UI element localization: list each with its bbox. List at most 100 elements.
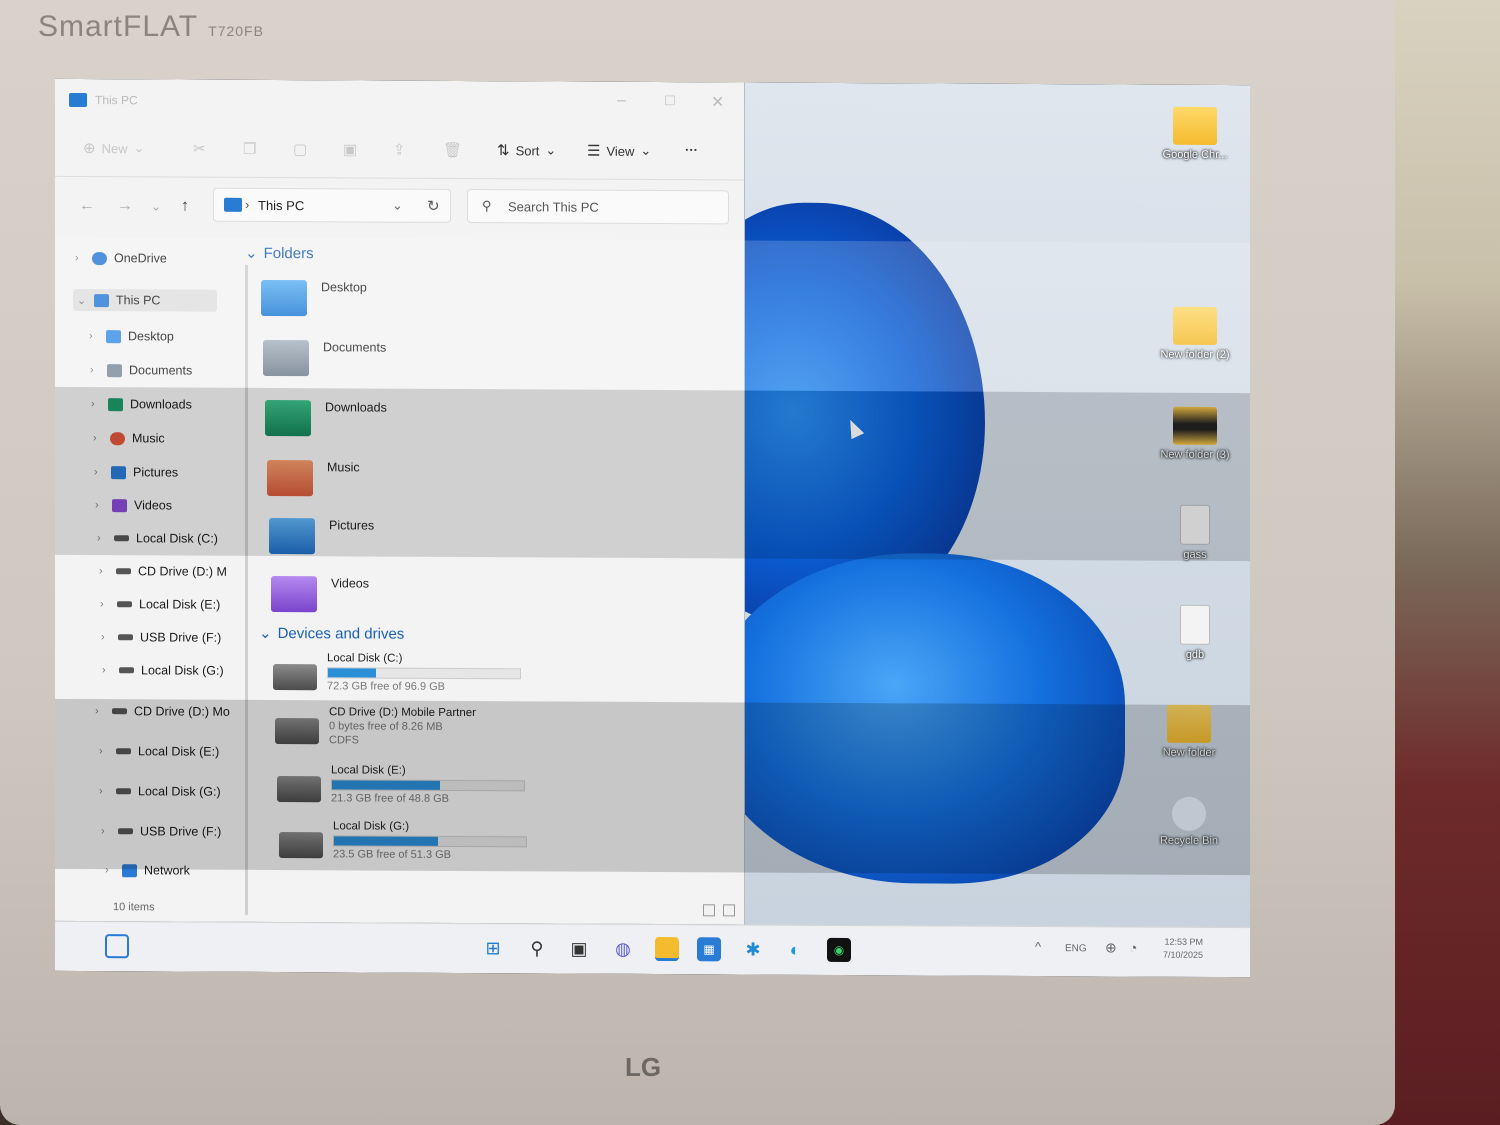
details-view-icon[interactable] [703, 904, 715, 917]
drive-usage-fill [332, 780, 440, 790]
chevron-right-icon: › [102, 664, 106, 677]
widgets-icon[interactable] [105, 934, 129, 959]
store-icon[interactable]: ▦ [697, 937, 721, 962]
nav-item-local-disk-e-2[interactable]: › Local Disk (E:) [99, 740, 219, 763]
folder-documents[interactable]: Documents [263, 339, 386, 377]
language-indicator[interactable]: ENG [1065, 943, 1087, 954]
close-button[interactable]: ✕ [711, 92, 724, 112]
recent-chevron-icon[interactable]: ⌄ [151, 199, 161, 213]
chat-icon[interactable]: ◍ [611, 937, 635, 961]
folder-desktop[interactable]: Desktop [261, 279, 367, 317]
maximize-button[interactable]: □ [665, 92, 675, 110]
music-folder-icon [267, 459, 313, 497]
start-icon[interactable]: ⊞ [481, 936, 505, 960]
folder-music[interactable]: Music [267, 459, 360, 497]
command-bar: ⊕ New ⌄ ✂ ❐ ▢ ▣ ⇪ 🗑 ⇅ Sort ⌄ ☰ View ⌄ ··· [55, 120, 744, 181]
drive-local-disk-g[interactable]: Local Disk (G:) 23.5 GB free of 51.3 GB [279, 820, 527, 861]
pc-icon [69, 92, 87, 108]
task-view-icon[interactable]: ▣ [567, 937, 591, 961]
trash-icon: 🗑 [443, 141, 463, 160]
volume-icon[interactable]: ◔ [1129, 939, 1137, 955]
xbox-icon[interactable]: ◉ [827, 937, 851, 963]
up-arrow-icon[interactable]: ↑ [181, 198, 189, 216]
chevron-right-icon: › [101, 825, 105, 838]
sort-icon: ⇅ [497, 142, 510, 160]
tiles-view-icon[interactable] [723, 904, 735, 917]
taskbar: ⊞ ⚲ ▣ ◍ ▦ ✱ ◐ ◉ ^ ENG ⊕ ◔ 12:53 PM 7/10/2… [55, 920, 1250, 978]
refresh-icon[interactable]: ↻ [427, 197, 440, 215]
nav-item-onedrive[interactable]: › OneDrive [75, 247, 167, 269]
downloads-folder-icon [265, 399, 311, 437]
tray-chevron-icon[interactable]: ^ [1035, 939, 1041, 954]
file-explorer-window: This PC – □ ✕ ⊕ New ⌄ ✂ ❐ ▢ ▣ ⇪ 🗑 ⇅ Sort ⌄ ☰… [55, 78, 745, 925]
chevron-right-icon: › [95, 705, 99, 718]
desktop-icon-new-folder[interactable]: New folder [1149, 704, 1229, 759]
file-explorer-icon[interactable] [655, 937, 679, 962]
folder-pictures[interactable]: Pictures [269, 517, 374, 555]
network-icon[interactable]: ⊕ [1105, 939, 1117, 956]
rename-button[interactable]: ▣ [343, 140, 357, 158]
chevron-down-icon[interactable]: ⌄ [392, 198, 403, 214]
screen: Google Chr... New folder (2) New folder … [55, 78, 1250, 978]
share-button[interactable]: ⇪ [393, 141, 406, 159]
share-icon: ⇪ [393, 141, 406, 159]
delete-button[interactable]: 🗑 [443, 141, 462, 159]
new-button[interactable]: ⊕ New ⌄ [83, 139, 145, 157]
monitor-brand: SmartFLAT T720FB [38, 10, 264, 43]
nav-item-downloads[interactable]: › Downloads [91, 393, 192, 416]
monitor-bezel: SmartFLAT T720FB LG Google Chr... New fol… [0, 0, 1395, 1125]
desktop-icon-google-chrome[interactable]: Google Chr... [1155, 106, 1235, 161]
edge-icon[interactable]: ◐ [783, 938, 807, 962]
room-background [1380, 0, 1500, 1125]
nav-item-local-disk-g[interactable]: › Local Disk (G:) [102, 659, 224, 682]
nav-item-documents[interactable]: › Documents [90, 359, 192, 382]
nav-item-this-pc[interactable]: ⌄ This PC [73, 288, 217, 312]
chevron-right-icon: › [99, 565, 103, 578]
forward-arrow-icon[interactable]: → [117, 197, 133, 215]
nav-item-videos[interactable]: › Videos [95, 494, 172, 516]
cut-button[interactable]: ✂ [193, 140, 206, 158]
drive-local-disk-e[interactable]: Local Disk (E:) 21.3 GB free of 48.8 GB [277, 764, 525, 805]
more-options-button[interactable]: ··· [685, 142, 698, 157]
drive-cd-d[interactable]: CD Drive (D:) Mobile Partner 0 bytes fre… [275, 706, 476, 747]
folder-downloads[interactable]: Downloads [265, 399, 387, 437]
search-icon[interactable]: ⚲ [525, 936, 549, 960]
drive-local-disk-c[interactable]: Local Disk (C:) 72.3 GB free of 96.9 GB [273, 652, 521, 693]
downloads-icon [108, 397, 123, 411]
videos-folder-icon [271, 576, 317, 613]
nav-item-local-disk-c[interactable]: › Local Disk (C:) [97, 527, 218, 550]
search-box[interactable]: ⚲ Search This PC [467, 189, 729, 225]
desktop-icon-gass[interactable]: gass [1155, 504, 1235, 561]
nav-item-pictures[interactable]: › Pictures [94, 461, 178, 483]
nav-item-local-disk-e[interactable]: › Local Disk (E:) [100, 593, 220, 616]
desktop-icon-gdb[interactable]: gdb [1155, 604, 1235, 661]
drive-icon [279, 832, 323, 859]
nav-item-music[interactable]: › Music [93, 427, 165, 449]
paste-button[interactable]: ▢ [293, 140, 307, 158]
desktop-icon-new-folder-2[interactable]: New folder (2) [1155, 306, 1235, 361]
sort-button[interactable]: ⇅ Sort ⌄ [497, 141, 556, 159]
nav-item-usb-drive-f-2[interactable]: › USB Drive (F:) [101, 820, 221, 843]
network-icon [122, 863, 137, 877]
back-arrow-icon[interactable]: ← [79, 197, 95, 215]
minimize-button[interactable]: – [617, 92, 626, 110]
desktop-icon-new-folder-3[interactable]: New folder (3) [1155, 406, 1235, 461]
nav-item-usb-drive-f[interactable]: › USB Drive (F:) [101, 626, 221, 649]
nav-item-cd-drive-d-mobile[interactable]: › CD Drive (D:) Mo [95, 700, 230, 723]
folder-videos[interactable]: Videos [271, 576, 369, 613]
copy-button[interactable]: ❐ [243, 140, 256, 158]
desktop-icon-recycle-bin[interactable]: Recycle Bin [1149, 796, 1229, 847]
nav-item-local-disk-g-2[interactable]: › Local Disk (G:) [99, 780, 221, 803]
asterisk-app-icon[interactable]: ✱ [741, 937, 765, 961]
folders-section-header[interactable]: ⌄ Folders [245, 244, 314, 262]
view-button[interactable]: ☰ View ⌄ [587, 142, 651, 160]
address-box[interactable]: › This PC ⌄ [213, 187, 451, 223]
breadcrumb-this-pc[interactable]: This PC [258, 198, 304, 213]
drives-section-header[interactable]: ⌄ Devices and drives [259, 624, 404, 643]
nav-item-network[interactable]: › Network [105, 859, 190, 881]
clock[interactable]: 12:53 PM 7/10/2025 [1163, 936, 1203, 962]
nav-item-desktop[interactable]: › Desktop [89, 325, 174, 347]
paste-icon: ▢ [293, 141, 308, 159]
nav-item-cd-drive-d[interactable]: › CD Drive (D:) M [99, 560, 227, 583]
drive-free-space: 21.3 GB free of 48.8 GB [331, 792, 450, 805]
